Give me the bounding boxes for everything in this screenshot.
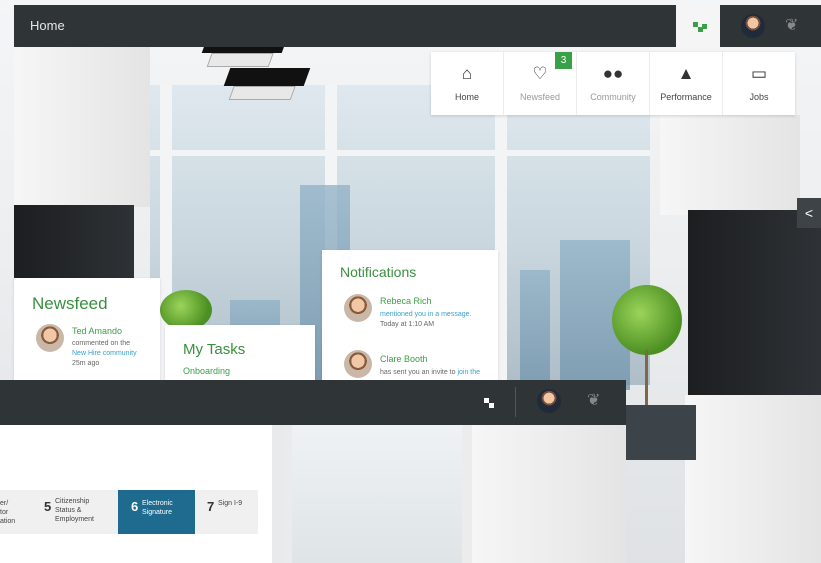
- step-number: 5: [44, 499, 52, 514]
- apps-button[interactable]: [676, 5, 720, 47]
- tree-logo-icon: ❦: [785, 17, 799, 34]
- nav-tile-label: Jobs: [749, 92, 769, 102]
- foreground-window: ❦: [0, 380, 626, 563]
- nav-tile-label: Performance: [660, 92, 712, 102]
- newsfeed-text: commented on the New Hire community 25m …: [72, 339, 156, 369]
- newsfeed-title: Newsfeed: [32, 294, 108, 313]
- tree-logo-icon: ❦: [587, 392, 601, 409]
- step-label: Sign I-9: [218, 500, 243, 507]
- step-electronic-signature[interactable]: 6 Electronic Signature: [118, 490, 195, 534]
- step-label: Electronic Signature: [142, 500, 173, 516]
- step-number: 6: [131, 499, 139, 514]
- notification-line: has sent you an invite to: [380, 369, 456, 376]
- notifications-card: Notifications Rebeca Rich mentioned you …: [322, 250, 498, 385]
- notification-time: Today at 1:10 AM: [380, 321, 435, 328]
- newsfeed-card: Newsfeed Ted Amando commented on the New…: [14, 278, 160, 388]
- top-header-bar: Home ❦: [14, 5, 821, 47]
- my-tasks-title: My Tasks: [183, 341, 246, 358]
- newsfeed-badge: 3: [555, 52, 572, 69]
- nav-tile-home[interactable]: ⌂ Home: [431, 52, 504, 115]
- newsfeed-time: 25m ago: [72, 360, 100, 367]
- page-title: Home: [30, 18, 65, 33]
- foreground-header-bar: ❦: [0, 380, 626, 425]
- step-citizenship[interactable]: 5 Citizenship Status & Employment: [38, 490, 118, 534]
- my-tasks-card: My Tasks Onboarding: [165, 325, 315, 385]
- user-avatar[interactable]: [741, 14, 765, 38]
- onboarding-steps: er/ tor ation 5 Citizenship Status & Emp…: [0, 490, 258, 534]
- share-icon: <: [804, 205, 814, 221]
- notifications-title: Notifications: [340, 264, 417, 280]
- nav-tile-label: Community: [590, 92, 636, 102]
- photo-pillar: [472, 425, 626, 563]
- notification-author[interactable]: Rebeca Rich: [380, 296, 432, 306]
- notification-line[interactable]: mentioned you in a message.: [380, 310, 490, 320]
- avatar: [344, 294, 372, 322]
- foreground-background-photo: [272, 425, 626, 563]
- avatar: [36, 324, 64, 352]
- divider: [515, 387, 516, 417]
- share-button[interactable]: <: [797, 198, 821, 228]
- nav-tile-performance[interactable]: ▲ Performance: [650, 52, 723, 115]
- step-number: 7: [207, 499, 215, 514]
- task-item[interactable]: Onboarding: [183, 366, 230, 376]
- notification-text: has sent you an invite to join the: [380, 368, 495, 378]
- notification-author[interactable]: Clare Booth: [380, 354, 428, 364]
- chart-icon: ▲: [677, 64, 695, 83]
- avatar: [344, 350, 372, 378]
- nav-tile-newsfeed[interactable]: 3 ♡ Newsfeed: [504, 52, 577, 115]
- laptop-icon: ▭: [750, 64, 768, 83]
- newsfeed-line: commented on the: [72, 340, 130, 347]
- nav-tile-label: Home: [454, 92, 479, 102]
- notification-link[interactable]: join the: [457, 369, 480, 376]
- step-label: er/ tor ation: [0, 500, 16, 525]
- newsfeed-link[interactable]: New Hire community: [72, 349, 156, 359]
- nav-tile-menu: ⌂ Home 3 ♡ Newsfeed ●● Community ▲ Perfo…: [431, 52, 795, 115]
- apps-icon-dot: [489, 403, 494, 408]
- photo-window: [292, 425, 462, 563]
- step-sign-i9[interactable]: 7 Sign I-9: [195, 490, 258, 534]
- nav-tile-jobs[interactable]: ▭ Jobs: [723, 52, 795, 115]
- newsfeed-author[interactable]: Ted Amando: [72, 326, 122, 336]
- apps-icon[interactable]: [484, 398, 496, 410]
- nav-tile-label: Newsfeed: [519, 92, 561, 102]
- notification-text: mentioned you in a message. Today at 1:1…: [380, 310, 490, 330]
- step-label: Citizenship Status & Employment: [55, 498, 94, 523]
- home-icon: ⌂: [461, 64, 473, 83]
- nav-tile-community[interactable]: ●● Community: [577, 52, 650, 115]
- user-avatar[interactable]: [537, 389, 561, 413]
- step-previous[interactable]: er/ tor ation: [0, 490, 38, 534]
- community-icon: ●●: [602, 64, 624, 83]
- apps-icon-dot: [702, 24, 707, 29]
